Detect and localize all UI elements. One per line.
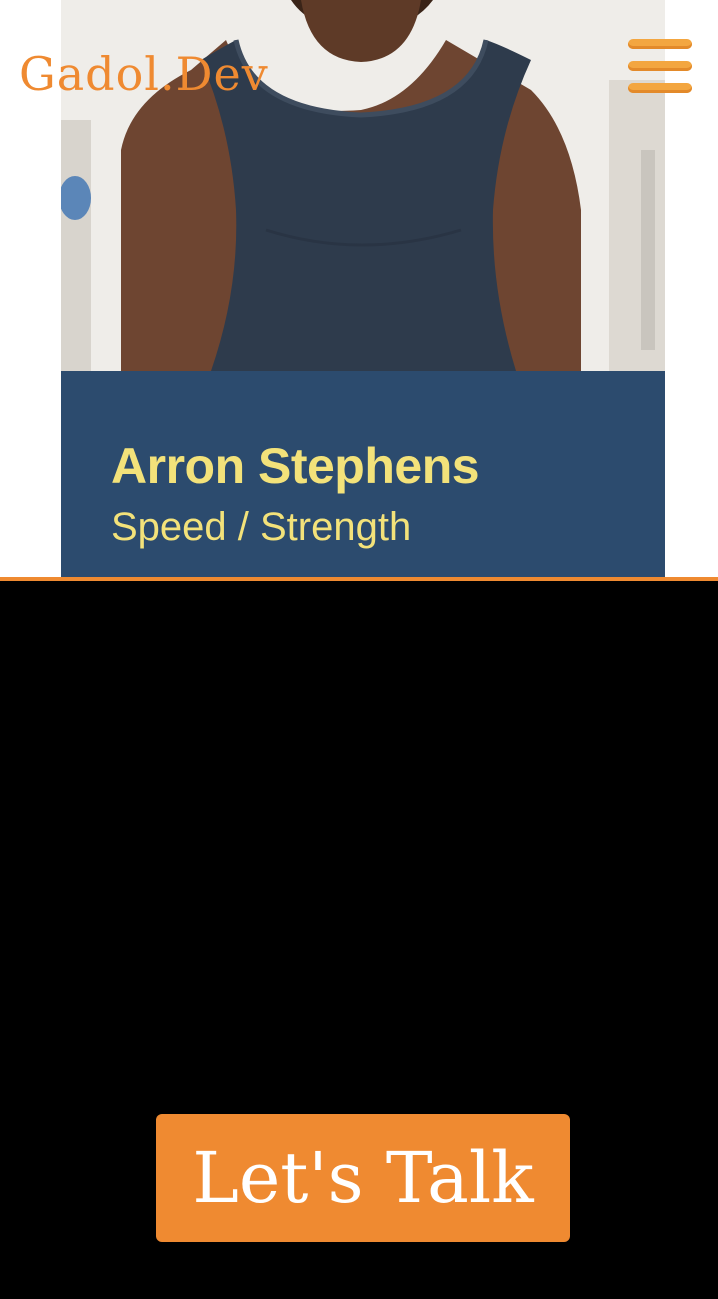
contact-section: Let's Talk [0, 581, 718, 1299]
brand-logo[interactable]: Gadol.Dev [19, 44, 269, 104]
trainer-caption: Arron Stephens Speed / Strength [61, 371, 665, 578]
trainer-specialty: Speed / Strength [111, 505, 412, 549]
menu-bar-middle [628, 61, 692, 71]
trainer-name: Arron Stephens [111, 438, 480, 494]
menu-bar-bottom [628, 83, 692, 93]
hamburger-menu-icon[interactable] [626, 37, 694, 99]
menu-bar-top [628, 39, 692, 49]
lets-talk-button[interactable]: Let's Talk [156, 1114, 570, 1242]
